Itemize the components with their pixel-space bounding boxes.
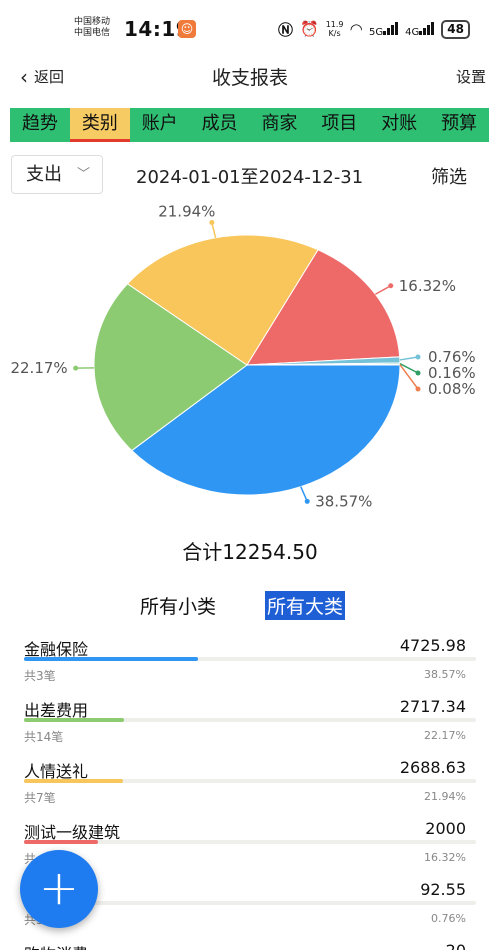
progress-track [24,840,476,844]
label-dot [388,283,394,289]
list-item[interactable]: 测试一级建筑 2000 共 16.32% [24,811,476,872]
battery-indicator: 48 [441,19,470,39]
add-record-button[interactable]: + [20,850,98,928]
list-item[interactable]: 购物消费 20 [24,933,476,950]
page-title: 收支报表 [211,67,288,89]
pie-slice-label: 16.32% [399,277,456,295]
settings-button[interactable]: 设置 [456,66,486,87]
label-dot [73,365,79,371]
pie-slice-label: 0.08% [428,380,476,398]
category-percent: 21.94% [424,790,466,803]
tab-project[interactable]: 项目 [309,108,369,142]
progress-track [24,718,476,722]
progress-track [24,657,476,661]
category-percent: 16.32% [424,851,466,864]
pie-slice-label: 21.94% [158,202,215,220]
category-percent: 22.17% [424,729,466,742]
pie-slice-label: 38.57% [315,492,372,510]
record-count: 共7笔 [24,791,56,805]
progress-fill [24,840,98,844]
nav-bar: ‹ 返回 收支报表 设置 [0,58,500,94]
label-dot [415,386,421,392]
progress-track [24,779,476,783]
label-dot [209,219,215,225]
filter-button[interactable]: 筛选 [431,163,467,189]
total-amount: 合计12254.50 [182,540,318,564]
label-dot [304,498,310,504]
wifi-icon: ◠ [350,20,363,38]
tab-member[interactable]: 成员 [190,108,250,142]
label-dot [415,354,421,360]
list-item[interactable]: 金融保险 4725.98 共3笔 38.57% [24,628,476,689]
tab-account[interactable]: 账户 [130,108,190,142]
tab-category[interactable]: 类别 [69,108,130,142]
plus-icon: + [38,860,80,916]
label-leader-line [374,285,392,295]
label-dot [415,370,421,376]
chevron-down-icon: ﹀ [76,167,90,182]
system-icons: Ⓝ ⏰ 11.9 K/s ◠ 5G 4G 48 [278,18,470,40]
date-range[interactable]: 2024-01-01至2024-12-31 [136,163,363,189]
category-amount: 2000 [425,819,466,838]
alarm-icon: ⏰ [300,20,319,38]
pie-chart: 38.57%22.17%21.94%16.32%0.76%0.16%0.08% [10,202,476,510]
tab-reconcile[interactable]: 对账 [369,108,429,142]
progress-fill [24,718,125,722]
progress-fill [24,779,124,783]
category-amount: 2717.34 [399,697,466,716]
list-item[interactable]: 出差费用 2717.34 共14笔 22.17% [24,689,476,750]
signal-4g: 4G [405,21,435,38]
tab-merchant[interactable]: 商家 [250,108,310,142]
all-subcategories-toggle[interactable]: 所有小类 [138,591,218,620]
carrier-info: 中国移动 中国电信 [74,17,110,39]
label-leader-line [399,356,419,361]
category-name: 购物消费 [24,941,88,950]
status-bar: 中国移动 中国电信 14:19 ☺ Ⓝ ⏰ 11.9 K/s ◠ 5G 4G 4… [0,0,500,58]
tab-bar: 趋势 类别 账户 成员 商家 项目 对账 预算 [10,108,489,142]
tab-trend[interactable]: 趋势 [10,108,70,142]
pie-slice-label: 22.17% [10,359,67,377]
progress-fill [24,657,199,661]
pie-slice [246,363,401,366]
list-item[interactable]: 人情送礼 2688.63 共7笔 21.94% [24,750,476,811]
category-amount: 2688.63 [399,758,466,777]
record-count: 共3笔 [24,669,56,683]
category-percent: 0.76% [431,912,466,925]
signal-5g: 5G [369,21,399,38]
signal-bars-icon [419,21,435,35]
category-amount: 20 [446,941,466,950]
network-speed: 11.9 K/s [325,20,344,38]
all-main-categories-toggle[interactable]: 所有大类 [265,591,346,620]
category-percent: 38.57% [424,668,466,681]
type-select[interactable]: 支出 ﹀ [11,155,103,194]
record-count: 共14笔 [24,730,64,744]
category-amount: 4725.98 [399,636,466,655]
type-select-value: 支出 [26,164,62,185]
carrier-2: 中国电信 [74,28,111,38]
app-notification-icon: ☺ [178,20,196,38]
category-amount: 92.55 [420,880,466,899]
nfc-icon: Ⓝ [277,20,293,39]
carrier-1: 中国移动 [74,17,111,27]
signal-bars-icon [383,21,399,35]
tab-budget[interactable]: 预算 [429,108,489,142]
